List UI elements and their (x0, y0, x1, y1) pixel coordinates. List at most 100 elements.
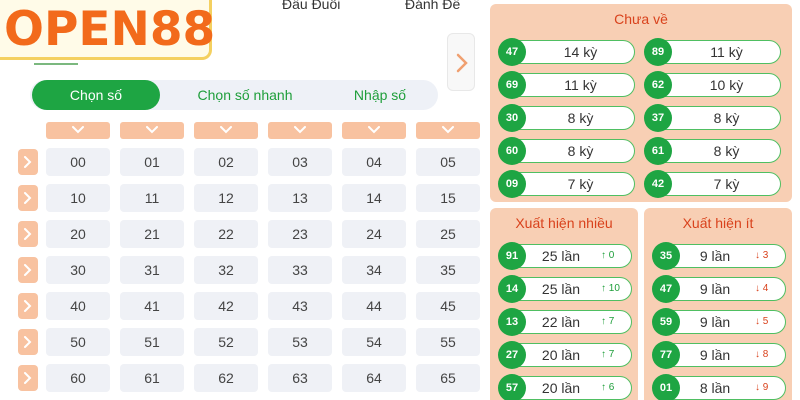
number-cell[interactable]: 51 (120, 328, 184, 356)
stat-pill[interactable]: 30 8 kỳ (498, 104, 635, 132)
row-select-button[interactable] (18, 185, 38, 211)
chevron-right-icon (24, 156, 32, 168)
number-cell[interactable]: 35 (416, 256, 480, 284)
trend-indicator: ↑ 7 (601, 349, 615, 360)
number-cell[interactable]: 54 (342, 328, 406, 356)
number-cell[interactable]: 42 (194, 292, 258, 320)
number-cell[interactable]: 33 (268, 256, 332, 284)
stat-value: 22 lần (541, 314, 581, 330)
column-dropdown-button[interactable] (194, 122, 258, 139)
tab-chon-so[interactable]: Chọn số (32, 80, 160, 110)
trend-indicator: ↑ 6 (601, 382, 615, 393)
row-select-button[interactable] (18, 329, 38, 355)
trend-indicator: ↓ 8 (755, 349, 769, 360)
nav-danh-de[interactable]: Đánh Đề (405, 0, 460, 12)
number-cell[interactable]: 00 (46, 148, 110, 176)
number-cell[interactable]: 22 (194, 220, 258, 248)
row-select-button[interactable] (18, 365, 38, 391)
stat-pill[interactable]: 27 20 lần ↑ 7 (498, 341, 632, 369)
stat-pill[interactable]: 35 9 lần ↓ 3 (652, 242, 786, 270)
tab-chon-so-nhanh[interactable]: Chọn số nhanh (175, 80, 315, 110)
number-cell[interactable]: 14 (342, 184, 406, 212)
number-cell[interactable]: 24 (342, 220, 406, 248)
stat-pill[interactable]: 60 8 kỳ (498, 137, 635, 165)
number-badge: 01 (652, 374, 680, 400)
row-select-button[interactable] (18, 293, 38, 319)
number-cell[interactable]: 60 (46, 364, 110, 392)
number-cell[interactable]: 34 (342, 256, 406, 284)
stat-pill[interactable]: 01 8 lần ↓ 9 (652, 374, 786, 400)
stat-value: 8 lần (699, 380, 731, 396)
row-select-button[interactable] (18, 149, 38, 175)
number-cell[interactable]: 61 (120, 364, 184, 392)
number-cell[interactable]: 55 (416, 328, 480, 356)
stat-pill[interactable]: 14 25 lần ↑ 10 (498, 275, 632, 303)
scroll-right-button[interactable] (447, 33, 475, 91)
stat-pill[interactable]: 57 20 lần ↑ 6 (498, 374, 632, 400)
stat-value: 8 kỳ (567, 143, 594, 159)
stat-pill[interactable]: 77 9 lần ↓ 8 (652, 341, 786, 369)
stat-pill[interactable]: 47 9 lần ↓ 4 (652, 275, 786, 303)
column-dropdown-button[interactable] (416, 122, 480, 139)
row-select-button[interactable] (18, 257, 38, 283)
stat-pill[interactable]: 91 25 lần ↑ 0 (498, 242, 632, 270)
number-cell[interactable]: 03 (268, 148, 332, 176)
stat-pill[interactable]: 09 7 kỳ (498, 170, 635, 198)
number-cell[interactable]: 41 (120, 292, 184, 320)
stat-value: 7 kỳ (567, 176, 594, 192)
stat-pill[interactable]: 69 11 kỳ (498, 71, 635, 99)
number-cell[interactable]: 21 (120, 220, 184, 248)
number-cell[interactable]: 43 (268, 292, 332, 320)
column-dropdown-button[interactable] (342, 122, 406, 139)
number-cell[interactable]: 40 (46, 292, 110, 320)
number-cell[interactable]: 12 (194, 184, 258, 212)
column-dropdown-button[interactable] (46, 122, 110, 139)
number-cell[interactable]: 15 (416, 184, 480, 212)
number-cell[interactable]: 25 (416, 220, 480, 248)
stat-pill[interactable]: 13 22 lần ↑ 7 (498, 308, 632, 336)
stat-pill[interactable]: 62 10 kỳ (644, 71, 781, 99)
chevron-down-icon (72, 126, 84, 134)
number-cell[interactable]: 50 (46, 328, 110, 356)
chevron-right-icon (24, 192, 32, 204)
number-badge: 27 (498, 341, 526, 369)
stat-pill[interactable]: 37 8 kỳ (644, 104, 781, 132)
number-cell[interactable]: 13 (268, 184, 332, 212)
row-select-button[interactable] (18, 221, 38, 247)
number-cell[interactable]: 23 (268, 220, 332, 248)
stat-pill[interactable]: 89 11 kỳ (644, 38, 781, 66)
number-cell[interactable]: 53 (268, 328, 332, 356)
stat-pill[interactable]: 59 9 lần ↓ 5 (652, 308, 786, 336)
number-cell[interactable]: 63 (268, 364, 332, 392)
number-cell[interactable]: 32 (194, 256, 258, 284)
number-cell[interactable]: 45 (416, 292, 480, 320)
number-cell[interactable]: 04 (342, 148, 406, 176)
number-cell[interactable]: 10 (46, 184, 110, 212)
number-badge: 91 (498, 242, 526, 270)
number-cell[interactable]: 11 (120, 184, 184, 212)
number-cell[interactable]: 62 (194, 364, 258, 392)
column-dropdown-button[interactable] (268, 122, 332, 139)
stat-pill[interactable]: 42 7 kỳ (644, 170, 781, 198)
number-cell[interactable]: 52 (194, 328, 258, 356)
number-cell[interactable]: 02 (194, 148, 258, 176)
panel-xuat-hien-nhieu: Xuất hiện nhiều 91 25 lần ↑ 0 14 25 lần ↑ 10 1… (490, 208, 638, 400)
chevron-down-icon (220, 126, 232, 134)
stat-pill[interactable]: 61 8 kỳ (644, 137, 781, 165)
number-cell[interactable]: 20 (46, 220, 110, 248)
nav-dau-duoi[interactable]: Đầu Đuôi (282, 0, 340, 12)
number-badge: 35 (652, 242, 680, 270)
stat-pill[interactable]: 47 14 kỳ (498, 38, 635, 66)
tab-nhap-so[interactable]: Nhập số (330, 80, 430, 110)
number-cell[interactable]: 05 (416, 148, 480, 176)
column-dropdown-button[interactable] (120, 122, 184, 139)
stat-value: 11 kỳ (710, 44, 743, 60)
number-cell[interactable]: 44 (342, 292, 406, 320)
trend-indicator: ↑ 0 (601, 250, 615, 261)
number-badge: 57 (498, 374, 526, 400)
number-cell[interactable]: 01 (120, 148, 184, 176)
number-cell[interactable]: 31 (120, 256, 184, 284)
number-cell[interactable]: 65 (416, 364, 480, 392)
number-cell[interactable]: 30 (46, 256, 110, 284)
number-cell[interactable]: 64 (342, 364, 406, 392)
